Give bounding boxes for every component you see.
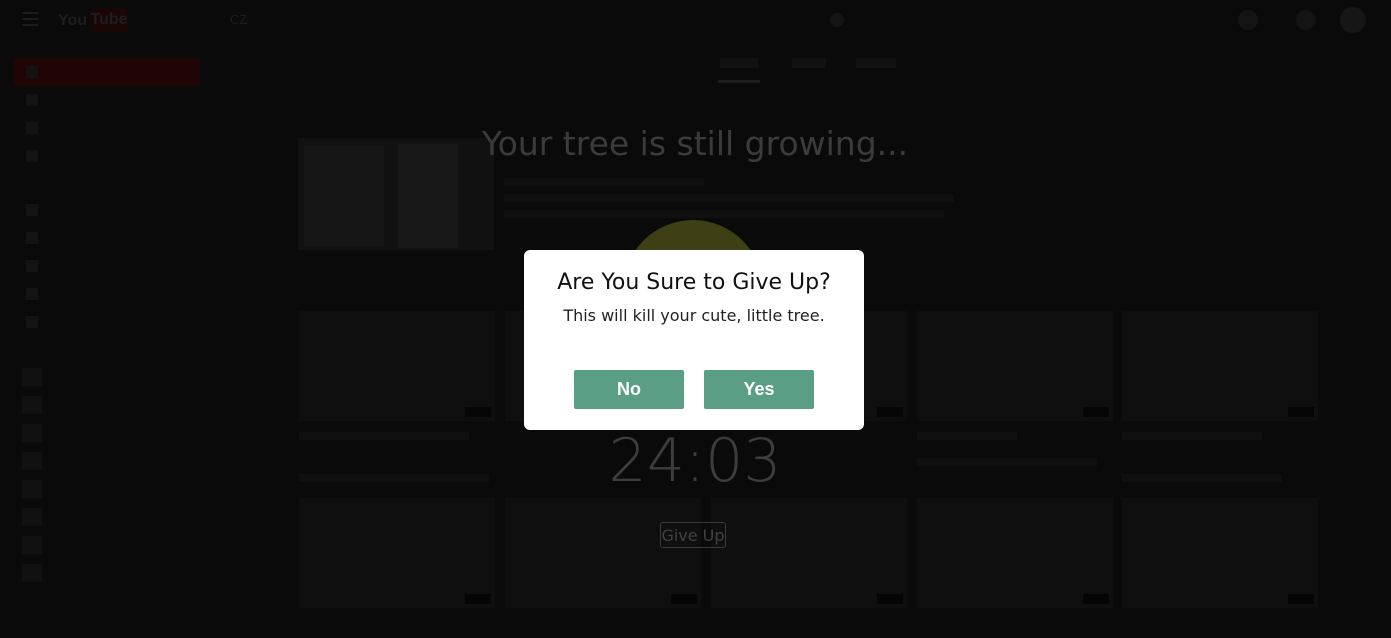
video-thumbnail[interactable] — [917, 311, 1113, 421]
sidebar-section-header — [0, 170, 210, 196]
sidebar-item-label — [54, 93, 174, 105]
sidebar-item[interactable] — [0, 530, 210, 558]
video-thumbnail[interactable] — [299, 498, 495, 608]
channel-avatar — [22, 536, 42, 554]
sidebar-item-label — [54, 149, 174, 161]
give-up-confirm-dialog: Are You Sure to Give Up? This will kill … — [524, 250, 864, 430]
sidebar-item[interactable] — [0, 224, 210, 252]
youtube-logo[interactable]: You Tube — [58, 6, 128, 34]
video-meta — [1122, 474, 1282, 482]
channel-avatar — [22, 564, 42, 582]
sidebar-item[interactable] — [0, 418, 210, 446]
video-title[interactable] — [299, 432, 469, 440]
video-meta — [299, 474, 489, 482]
sidebar-item[interactable] — [0, 558, 210, 586]
sidebar-item[interactable] — [0, 308, 210, 336]
country-code: CZ — [230, 12, 248, 27]
sidebar-item[interactable] — [0, 390, 210, 418]
video-meta — [917, 458, 1097, 466]
sidebar-item-label — [54, 231, 174, 243]
search-icon[interactable] — [830, 13, 844, 27]
sidebar-item[interactable] — [0, 86, 210, 114]
video-thumbnail[interactable] — [711, 498, 907, 608]
playlist-icon — [26, 260, 38, 272]
dialog-message: This will kill your cute, little tree. — [563, 306, 825, 325]
tree-growing-headline: Your tree is still growing... — [481, 124, 909, 163]
video-description — [504, 194, 954, 202]
content-tabs — [718, 56, 918, 84]
tab[interactable] — [720, 58, 758, 68]
logo-you-text: You — [58, 12, 88, 29]
sidebar-item[interactable] — [0, 196, 210, 224]
history-icon — [26, 122, 38, 134]
menu-icon[interactable] — [22, 12, 38, 26]
video-description — [504, 210, 944, 218]
subscriptions-icon — [26, 150, 38, 162]
sidebar-item[interactable] — [0, 114, 210, 142]
channel-avatar — [22, 368, 42, 386]
sidebar-item[interactable] — [0, 280, 210, 308]
yes-button[interactable]: Yes — [704, 370, 814, 409]
playlist-icon — [26, 204, 38, 216]
playlist-icon — [26, 288, 38, 300]
video-meta — [504, 178, 704, 186]
sidebar-item-label — [54, 203, 174, 215]
duration-badge — [877, 594, 903, 604]
channel-avatar — [22, 480, 42, 498]
duration-badge — [671, 594, 697, 604]
video-thumbnail[interactable] — [1122, 498, 1318, 608]
sidebar-item[interactable] — [0, 142, 210, 170]
sidebar-item-label — [54, 315, 174, 327]
avatar[interactable] — [1340, 7, 1366, 33]
thumbnail-figure — [304, 146, 384, 246]
youtube-top-bar: You Tube CZ — [0, 0, 1391, 40]
youtube-sidebar — [0, 58, 210, 586]
video-thumbnail[interactable] — [1122, 311, 1318, 421]
tab[interactable] — [856, 58, 896, 68]
sidebar-item[interactable] — [0, 474, 210, 502]
trending-icon — [26, 94, 38, 106]
channel-avatar — [22, 452, 42, 470]
video-thumbnail[interactable] — [505, 498, 701, 608]
sidebar-item[interactable] — [0, 502, 210, 530]
duration-badge — [465, 594, 491, 604]
video-title[interactable] — [917, 432, 1017, 440]
duration-badge — [1288, 594, 1314, 604]
duration-badge — [1083, 407, 1109, 417]
video-title[interactable] — [1122, 432, 1262, 440]
countdown-timer: 24:03 — [608, 426, 782, 496]
sidebar-item[interactable] — [0, 362, 210, 390]
sidebar-item[interactable] — [0, 252, 210, 280]
playlist-icon — [26, 316, 38, 328]
duration-badge — [465, 407, 491, 417]
video-thumbnail[interactable] — [299, 311, 495, 421]
dialog-title: Are You Sure to Give Up? — [557, 270, 831, 295]
logo-tube-text: Tube — [90, 8, 128, 32]
duration-badge — [1083, 594, 1109, 604]
upload-icon[interactable] — [1238, 10, 1258, 30]
home-icon — [26, 66, 38, 78]
no-button[interactable]: No — [574, 370, 684, 409]
duration-badge — [877, 407, 903, 417]
playlist-icon — [26, 232, 38, 244]
channel-avatar — [22, 424, 42, 442]
sidebar-item-label — [54, 121, 174, 133]
give-up-button[interactable]: Give Up — [660, 522, 726, 548]
channel-avatar — [22, 396, 42, 414]
channel-avatar — [22, 508, 42, 526]
sidebar-item-home[interactable] — [14, 58, 200, 86]
sidebar-section-header — [0, 336, 210, 362]
sidebar-item[interactable] — [0, 446, 210, 474]
sidebar-item-label — [54, 287, 174, 299]
sidebar-item-label — [54, 259, 174, 271]
tab[interactable] — [792, 58, 826, 68]
notifications-icon[interactable] — [1296, 10, 1316, 30]
video-thumbnail[interactable] — [917, 498, 1113, 608]
sidebar-item-label — [54, 65, 174, 77]
duration-badge — [1288, 407, 1314, 417]
active-tab-indicator — [718, 80, 760, 83]
